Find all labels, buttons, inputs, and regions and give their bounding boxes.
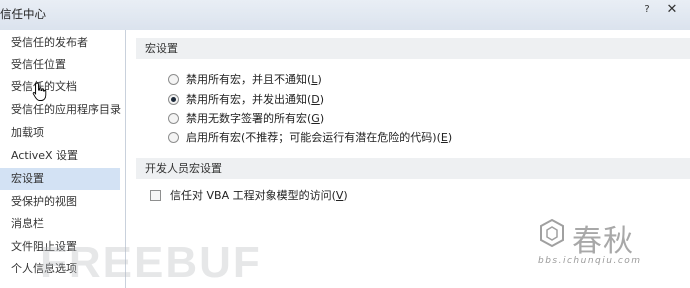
vba-trust-checkbox-row[interactable]: 信任对 VBA 工程对象模型的访问(V): [150, 187, 348, 205]
radio-disable-unsigned[interactable]: 禁用无数字签署的所有宏(G): [168, 110, 324, 128]
hotkey-letter: E: [440, 131, 448, 144]
close-button[interactable]: ✕: [661, 2, 683, 18]
macro-settings-header: 宏设置: [136, 38, 690, 59]
help-button[interactable]: ?: [636, 2, 658, 18]
developer-settings-header: 开发人员宏设置: [136, 158, 690, 179]
hotkey-letter: G: [311, 112, 320, 125]
sidebar-item-activex-settings[interactable]: ActiveX 设置: [0, 145, 120, 167]
radio-button[interactable]: [168, 131, 179, 143]
sidebar-item-trusted-publishers[interactable]: 受信任的发布者: [0, 32, 120, 54]
radio-label: 禁用无数字签署的所有宏(: [186, 112, 312, 125]
radio-button-selected[interactable]: [168, 93, 179, 105]
radio-disable-all-with-notify[interactable]: 禁用所有宏，并发出通知(D): [168, 91, 324, 109]
ichunqiu-logo-text: 春秋: [572, 224, 634, 259]
ichunqiu-logo-icon: [540, 218, 564, 248]
radio-label-suffix: ): [319, 112, 325, 125]
sidebar-item-message-bar[interactable]: 消息栏: [0, 213, 120, 235]
trust-center-window: 信任中心 ? ✕ 受信任的发布者 受信任位置 受信任的文档 受信任的应用程序目录…: [0, 0, 690, 288]
ichunqiu-url-text: bbs.ichunqiu.com: [538, 256, 642, 266]
sidebar-item-add-ins[interactable]: 加载项: [0, 122, 120, 144]
checkbox-label-suffix: ): [343, 189, 348, 202]
radio-label-suffix: ): [447, 131, 453, 144]
window-title: 信任中心: [0, 7, 46, 21]
sidebar-item-trusted-documents[interactable]: 受信任的文档: [0, 76, 120, 98]
hand-cursor-icon: [32, 82, 47, 101]
freebuf-watermark: FREEBUF: [40, 238, 262, 287]
radio-button[interactable]: [168, 112, 179, 124]
radio-label: 启用所有宏(不推荐；可能会运行有潜在危险的代码)(: [186, 131, 441, 144]
radio-label-suffix: ): [319, 93, 325, 106]
radio-disable-all-no-notify[interactable]: 禁用所有宏，并且不通知(L): [168, 71, 322, 89]
radio-label-suffix: ): [317, 73, 322, 86]
sidebar-item-trusted-locations[interactable]: 受信任位置: [0, 54, 120, 76]
checkbox-label: 信任对 VBA 工程对象模型的访问(: [170, 189, 336, 202]
radio-label: 禁用所有宏，并且不通知(: [186, 73, 312, 86]
sidebar-item-protected-view[interactable]: 受保护的视图: [0, 191, 120, 213]
vba-trust-checkbox[interactable]: [150, 189, 161, 201]
radio-button[interactable]: [168, 73, 179, 85]
title-bar: 信任中心 ? ✕: [0, 0, 690, 31]
radio-label: 禁用所有宏，并发出通知(: [186, 93, 312, 106]
sidebar-item-macro-settings[interactable]: 宏设置: [0, 168, 120, 190]
sidebar-item-trusted-app-catalogs[interactable]: 受信任的应用程序目录: [0, 99, 121, 121]
radio-enable-all[interactable]: 启用所有宏(不推荐；可能会运行有潜在危险的代码)(E): [168, 129, 452, 147]
hotkey-letter: D: [311, 93, 320, 106]
ichunqiu-watermark: 春秋 bbs.ichunqiu.com: [538, 214, 668, 274]
